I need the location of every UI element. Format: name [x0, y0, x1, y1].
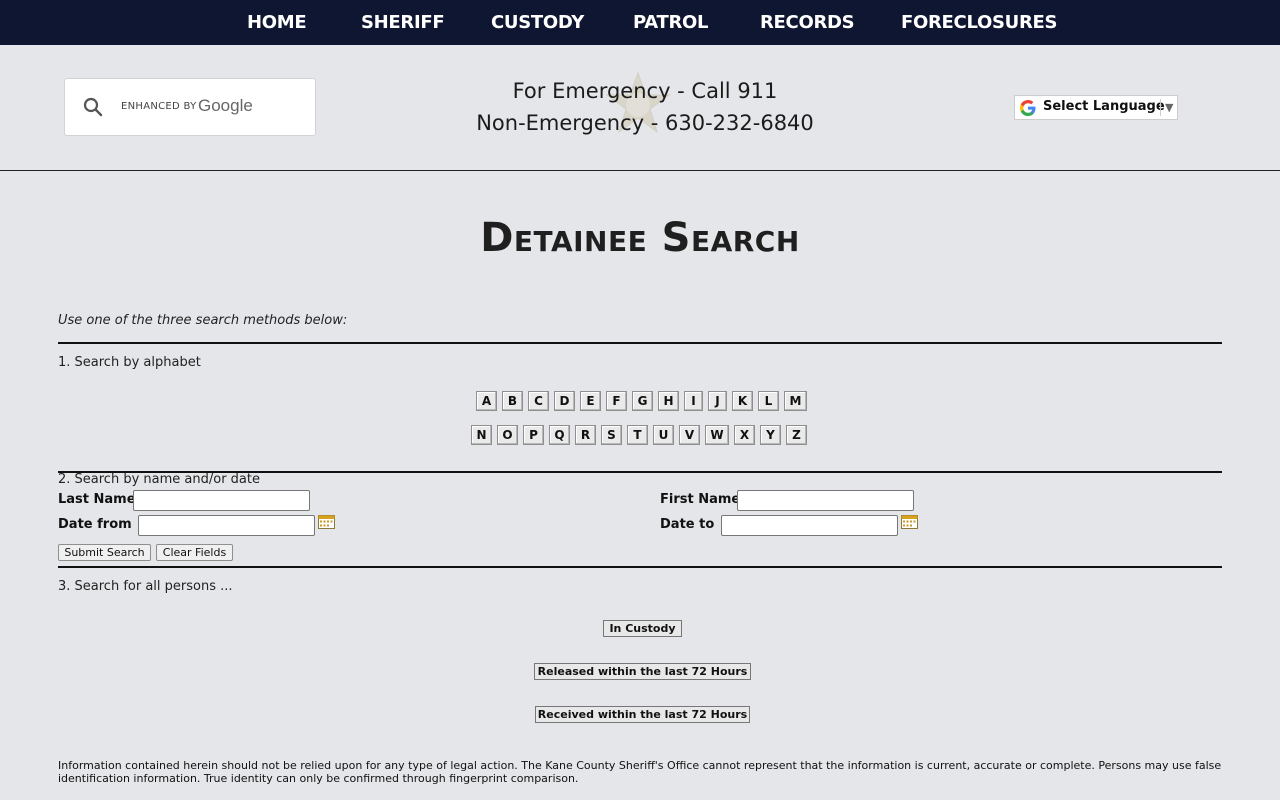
alphabet-section-label: 1. Search by alphabet — [58, 355, 201, 370]
name-date-section-label: 2. Search by name and/or date — [58, 472, 260, 487]
enhanced-by-label: ENHANCED BY — [121, 101, 197, 112]
search-icon[interactable] — [83, 97, 103, 117]
submit-search-button[interactable]: Submit Search — [58, 544, 151, 561]
letter-button-r[interactable]: R — [575, 425, 596, 445]
divider — [58, 342, 1222, 344]
nav-foreclosures[interactable]: FORECLOSURES — [901, 0, 1058, 45]
emergency-line: For Emergency - Call 911 — [512, 79, 778, 103]
letter-button-m[interactable]: M — [784, 391, 807, 411]
google-logo: Google — [198, 96, 253, 115]
letter-button-t[interactable]: T — [627, 425, 648, 445]
letter-button-f[interactable]: F — [606, 391, 627, 411]
intro-text: Use one of the three search methods belo… — [58, 313, 348, 328]
letter-button-l[interactable]: L — [758, 391, 779, 411]
divider — [58, 566, 1222, 568]
nav-sheriff[interactable]: SHERIFF — [361, 0, 445, 45]
disclaimer-text: Information contained herein should not … — [58, 759, 1222, 785]
date-to-label: Date to — [660, 517, 715, 532]
letter-button-x[interactable]: X — [734, 425, 755, 445]
calendar-icon[interactable] — [318, 515, 335, 529]
letter-button-q[interactable]: Q — [549, 425, 570, 445]
letter-button-o[interactable]: O — [497, 425, 518, 445]
language-selector[interactable]: Select Language ▼ — [1014, 95, 1178, 120]
first-name-label: First Name — [660, 492, 741, 507]
nav-records[interactable]: RECORDS — [760, 0, 855, 45]
letter-button-i[interactable]: I — [684, 391, 703, 411]
letter-button-e[interactable]: E — [580, 391, 601, 411]
received-72-hours-button[interactable]: Received within the last 72 Hours — [535, 706, 750, 723]
first-name-input[interactable] — [737, 490, 914, 511]
letter-button-p[interactable]: P — [523, 425, 544, 445]
letter-button-k[interactable]: K — [732, 391, 753, 411]
letter-button-w[interactable]: W — [705, 425, 729, 445]
letter-button-v[interactable]: V — [679, 425, 700, 445]
clear-fields-button[interactable]: Clear Fields — [156, 544, 233, 561]
in-custody-button[interactable]: In Custody — [603, 620, 682, 637]
language-divider — [1160, 99, 1161, 116]
released-72-hours-button[interactable]: Released within the last 72 Hours — [534, 663, 751, 680]
google-g-icon — [1020, 100, 1036, 116]
google-search-box[interactable]: ENHANCED BY Google — [64, 78, 316, 136]
emergency-contact: For Emergency - Call 911 Non-Emergency -… — [440, 75, 850, 139]
non-emergency-line: Non-Emergency - 630-232-6840 — [476, 111, 814, 135]
letter-button-h[interactable]: H — [658, 391, 679, 411]
letter-button-b[interactable]: B — [502, 391, 523, 411]
all-persons-section-label: 3. Search for all persons ... — [58, 579, 233, 594]
nav-home[interactable]: HOME — [247, 0, 307, 45]
nav-patrol[interactable]: PATROL — [633, 0, 708, 45]
dropdown-arrow-icon: ▼ — [1165, 101, 1174, 114]
letter-button-c[interactable]: C — [528, 391, 549, 411]
letter-button-y[interactable]: Y — [760, 425, 781, 445]
date-to-input[interactable] — [721, 515, 898, 536]
site-header: ENHANCED BY Google For Emergency - Call … — [0, 45, 1280, 171]
page-title: Detainee Search — [480, 215, 800, 261]
nav-custody[interactable]: CUSTODY — [491, 0, 584, 45]
letter-button-g[interactable]: G — [632, 391, 653, 411]
last-name-input[interactable] — [133, 490, 310, 511]
letter-button-j[interactable]: J — [708, 391, 727, 411]
date-from-input[interactable] — [138, 515, 315, 536]
letter-button-s[interactable]: S — [601, 425, 622, 445]
letter-button-n[interactable]: N — [471, 425, 492, 445]
calendar-icon[interactable] — [901, 515, 918, 529]
date-from-label: Date from — [58, 517, 132, 532]
letter-button-u[interactable]: U — [653, 425, 674, 445]
letter-button-z[interactable]: Z — [786, 425, 807, 445]
letter-button-d[interactable]: D — [554, 391, 575, 411]
letter-button-a[interactable]: A — [476, 391, 497, 411]
top-nav: HOME SHERIFF CUSTODY PATROL RECORDS FORE… — [0, 0, 1280, 45]
language-label: Select Language — [1043, 99, 1165, 114]
last-name-label: Last Name — [58, 492, 136, 507]
